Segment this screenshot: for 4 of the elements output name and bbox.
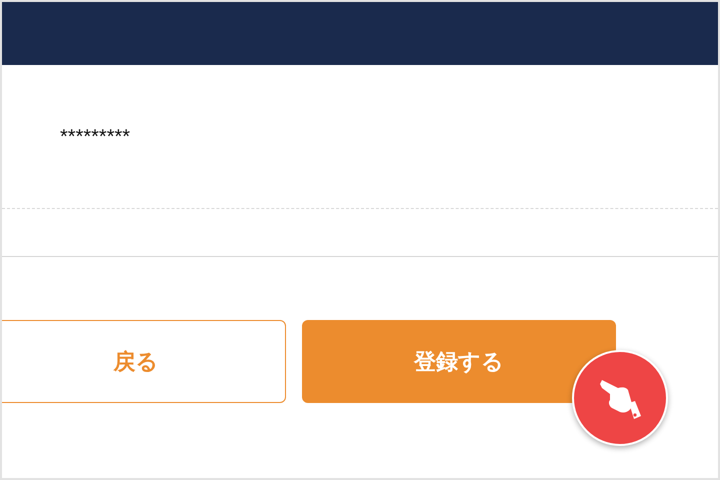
password-value: *********: [60, 126, 130, 149]
back-button[interactable]: 戻る: [2, 320, 286, 403]
register-button[interactable]: 登録する: [302, 320, 616, 403]
help-button[interactable]: [572, 350, 668, 446]
